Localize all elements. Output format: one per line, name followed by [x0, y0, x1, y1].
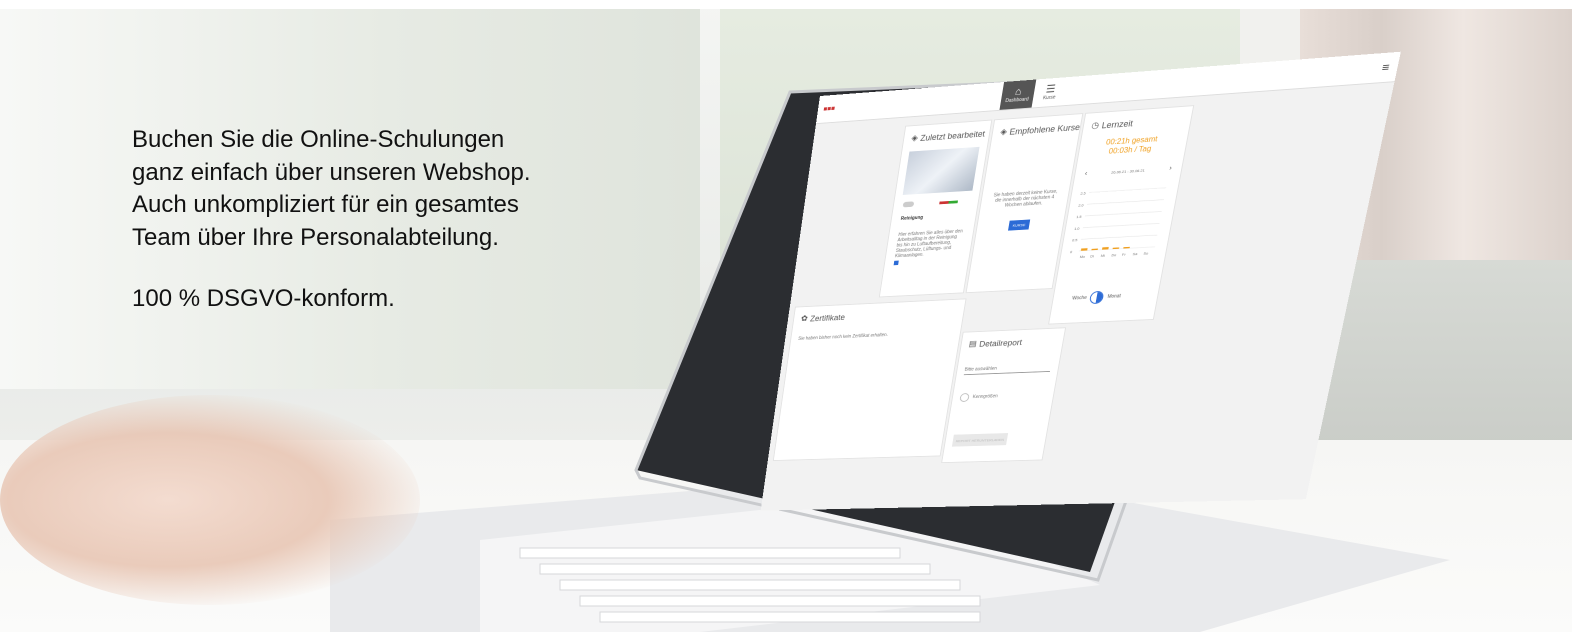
nav-courses[interactable]: ☰ Kurse: [1032, 77, 1069, 108]
certificates-card: ✿ Zertifikate Sie haben bisher noch kein…: [773, 298, 967, 461]
nav-dashboard[interactable]: ⌂ Dashboard: [999, 80, 1036, 110]
course-status-pill: [903, 201, 915, 207]
course-description: Hier erfahren Sie alles über den Arbeits…: [895, 229, 965, 259]
report-title: ▤ Detailreport: [968, 337, 1023, 349]
certificates-title-text: Zertifikate: [810, 312, 846, 322]
course-thumbnail[interactable]: [903, 147, 980, 195]
course-checkbox[interactable]: [894, 261, 899, 266]
recommended-title-text: Empfohlene Kurse: [1009, 122, 1081, 136]
radio-circle[interactable]: [959, 393, 969, 402]
courses-button[interactable]: KURSE: [1008, 219, 1030, 230]
certificate-icon: ✿: [800, 314, 808, 324]
toggle-switch[interactable]: [1089, 291, 1105, 304]
y-tick-label: 2.0: [1078, 203, 1084, 208]
chart-bar: [1081, 248, 1088, 251]
report-icon: ▤: [968, 339, 977, 349]
learning-time-summary: 00:21h gesamt 00:03h / Tag: [1095, 134, 1166, 157]
report-radio[interactable]: Kenngrößen: [959, 392, 998, 402]
certificates-title: ✿ Zertifikate: [800, 312, 845, 324]
y-tick-label: 0: [1070, 250, 1073, 254]
x-tick-label: Mo: [1079, 255, 1085, 259]
nav-dashboard-label: Dashboard: [1005, 96, 1029, 103]
x-tick-label: Do: [1111, 253, 1117, 257]
main-nav: ⌂ Dashboard ☰ Kurse: [999, 77, 1068, 110]
home-icon: ⌂: [1014, 87, 1022, 98]
date-range: 26.06.21 - 30.06.21: [1111, 168, 1145, 175]
download-report-button[interactable]: REPORT HERUNTERLADEN: [952, 433, 1008, 447]
x-tick-label: So: [1143, 251, 1149, 255]
recommended-title: ◈ Empfohlene Kurse: [1000, 122, 1081, 138]
recommended-message: Sie haben derzeit keine Kurse, die inner…: [988, 189, 1062, 210]
next-arrow-icon[interactable]: ›: [1169, 165, 1173, 172]
toggle-week-label: Woche: [1072, 295, 1088, 301]
headline-line-4: Team über Ihre Personalabteilung.: [132, 222, 692, 255]
recent-title-text: Zuletzt bearbeitet: [920, 129, 986, 143]
x-tick-label: Di: [1090, 254, 1095, 258]
y-tick-label: 1.0: [1074, 226, 1080, 231]
learning-time-chart: 0 0.5 1.0 1.5 2.0 2.5 Mo Di Mi Do Fr Sa So: [1067, 182, 1169, 264]
gridline: [1081, 235, 1157, 239]
toggle-month-label: Monat: [1107, 294, 1121, 300]
headline-line-3: Auch unkompliziert für ein gesamtes: [132, 189, 692, 222]
certificates-message: Sie haben bisher noch kein Zertifikat er…: [798, 332, 888, 341]
gridline: [1089, 188, 1166, 193]
radio-label: Kenngrößen: [972, 394, 998, 400]
layers-icon: ◈: [911, 133, 919, 143]
week-month-toggle[interactable]: Woche Monat: [1071, 290, 1122, 305]
date-range-selector: ‹ 26.06.21 - 30.06.21 ›: [1084, 165, 1172, 177]
x-tick-label: Mi: [1100, 254, 1105, 258]
hamburger-icon[interactable]: ≡: [1381, 60, 1391, 74]
app-logo[interactable]: ■■■: [823, 106, 835, 113]
chart-bar: [1102, 247, 1109, 250]
clock-icon: ◷: [1091, 120, 1100, 131]
app-screen: ■■■ ⌂ Dashboard ☰ Kurse ≡ ◈ Zuletzt bear…: [761, 52, 1401, 511]
layers-icon: ◈: [1000, 127, 1008, 138]
x-tick-label: Fr: [1122, 252, 1127, 256]
learning-time-title-text: Lernzeit: [1101, 118, 1134, 130]
nav-courses-label: Kurse: [1043, 94, 1056, 101]
y-tick-label: 0.5: [1072, 238, 1078, 242]
report-select[interactable]: Bitte auswählen: [964, 364, 1052, 375]
gdpr-claim: 100 % DSGVO-konform.: [132, 285, 395, 313]
headline-line-1: Buchen Sie die Online-Schulungen: [132, 124, 692, 157]
gridline: [1087, 200, 1164, 205]
y-tick-label: 2.5: [1080, 191, 1086, 196]
learning-time-title: ◷ Lernzeit: [1091, 118, 1134, 131]
x-tick-label: Sa: [1132, 252, 1138, 256]
hand: [0, 395, 420, 605]
report-card: ▤ Detailreport Bitte auswählen Kenngröße…: [941, 327, 1066, 463]
recent-title: ◈ Zuletzt bearbeitet: [911, 128, 986, 143]
y-tick-label: 1.5: [1076, 215, 1082, 220]
headline-line-2: ganz einfach über unseren Webshop.: [132, 157, 692, 190]
headline: Buchen Sie die Online-Schulungen ganz ei…: [132, 124, 692, 254]
prev-arrow-icon[interactable]: ‹: [1084, 171, 1087, 178]
gridline: [1085, 211, 1162, 215]
gridline: [1083, 223, 1160, 227]
report-title-text: Detailreport: [979, 338, 1023, 349]
course-name[interactable]: Reinigung: [900, 215, 923, 222]
language-flag: [939, 200, 958, 204]
